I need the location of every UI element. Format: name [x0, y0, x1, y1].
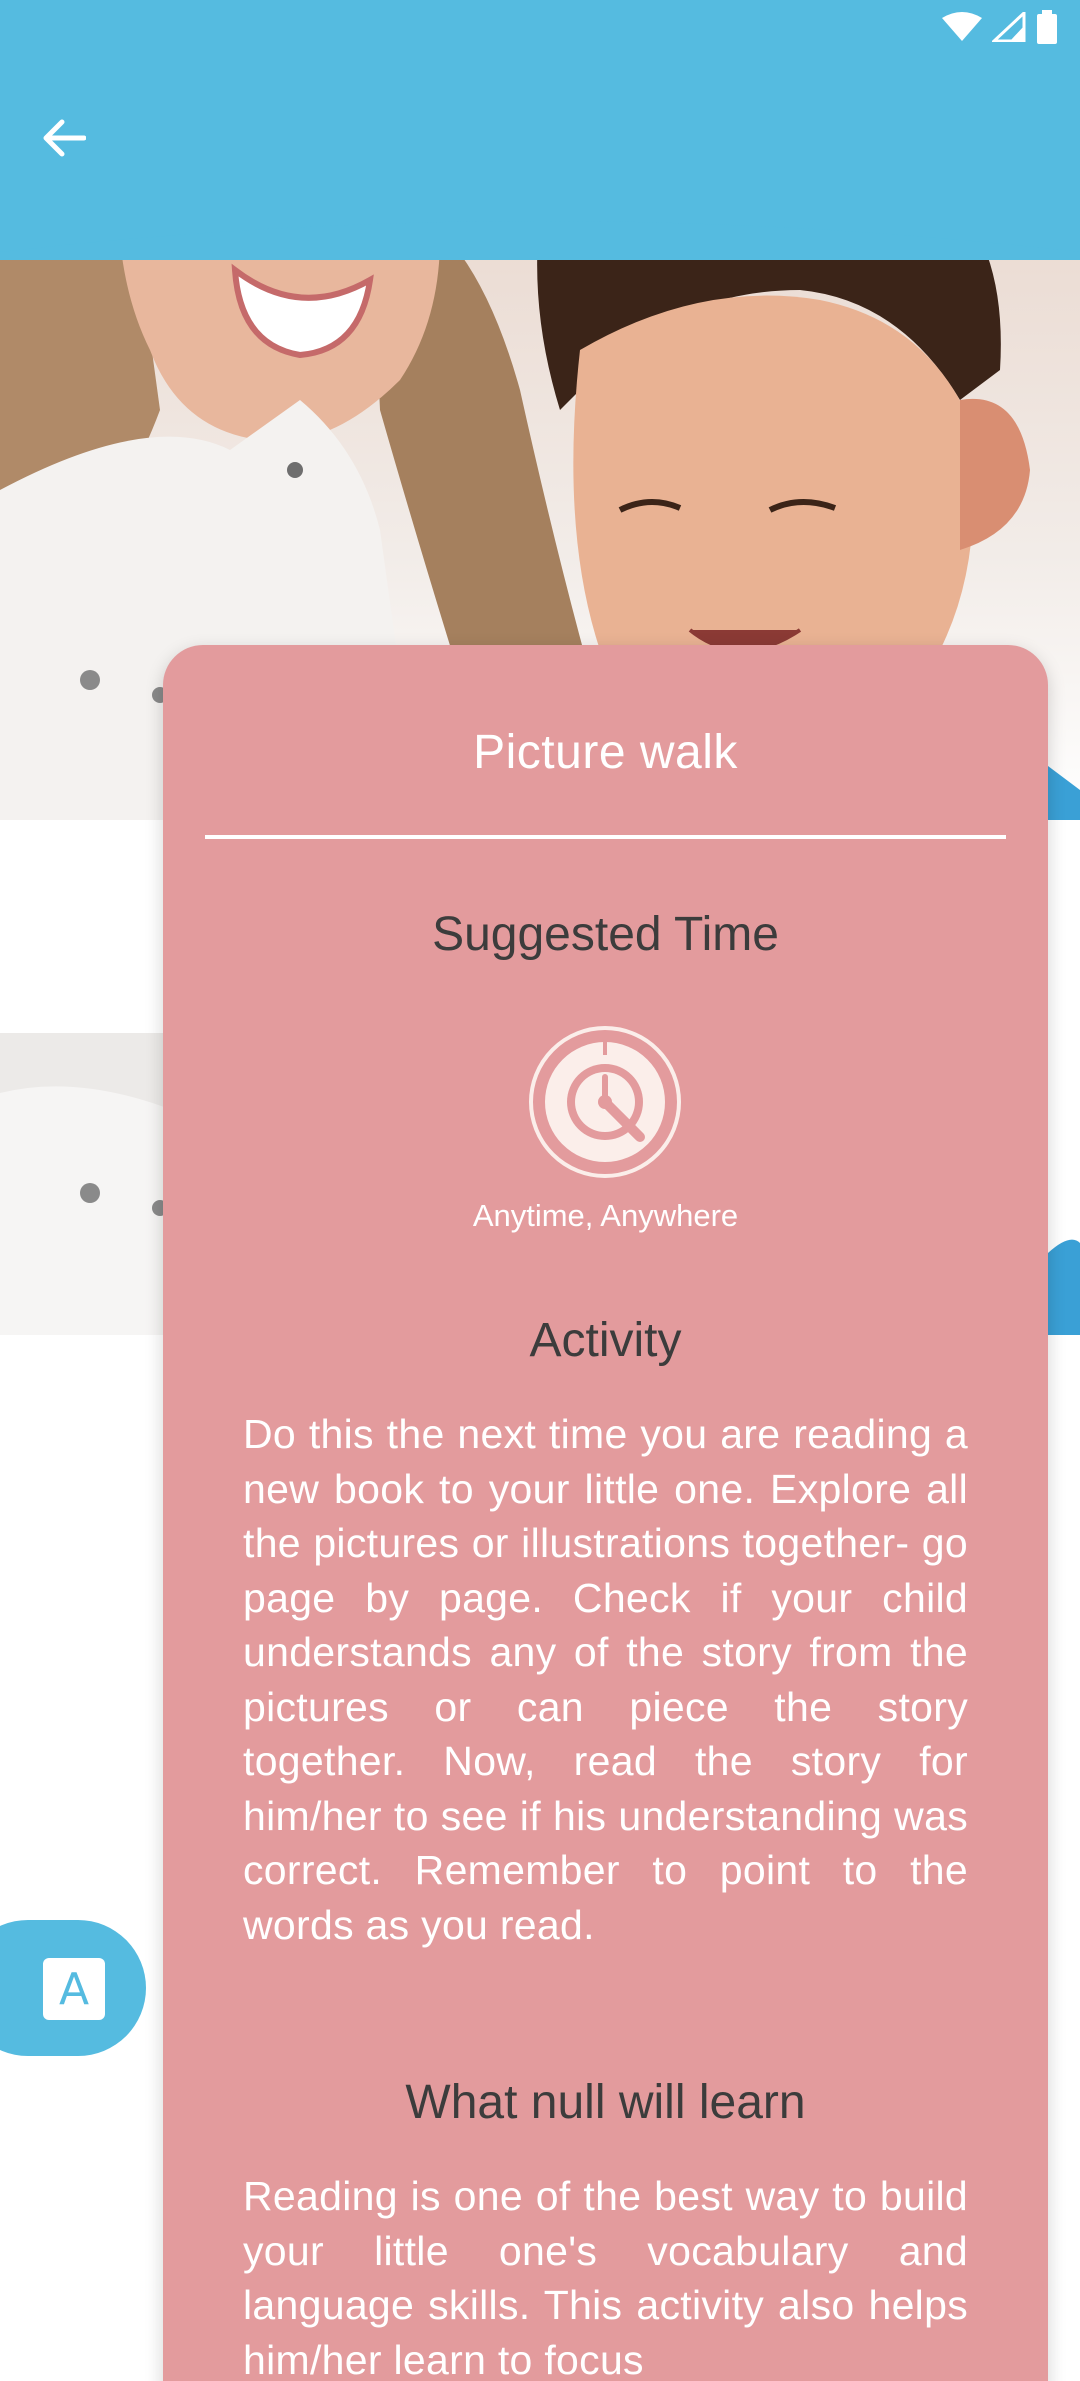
activity-card: Picture walk Suggested Time Anytime, Any…	[163, 645, 1048, 2381]
arrow-left-icon	[43, 119, 86, 157]
learn-description: Reading is one of the best way to build …	[243, 2173, 968, 2381]
suggested-time-heading: Suggested Time	[432, 908, 779, 961]
header-wave-decoration	[0, 200, 1080, 252]
clock-icon	[529, 1026, 681, 1178]
suggested-time-value: Anytime, Anywhere	[472, 1198, 739, 1233]
font-size-button[interactable]: A	[0, 1920, 146, 2056]
learn-heading: What null will learn	[405, 2076, 806, 2129]
back-button[interactable]	[30, 105, 96, 171]
title-divider	[205, 835, 1006, 839]
wifi-icon	[942, 12, 982, 41]
card-title: Picture walk	[473, 726, 738, 779]
font-button-label: A	[58, 1963, 90, 2015]
activity-description: Do this the next time you are reading a …	[243, 1411, 968, 1948]
cellular-signal-icon	[992, 12, 1026, 42]
status-bar	[942, 10, 1058, 44]
font-size-icon: A	[43, 1958, 105, 2020]
battery-icon	[1037, 10, 1057, 44]
activity-heading: Activity	[529, 1314, 682, 1367]
